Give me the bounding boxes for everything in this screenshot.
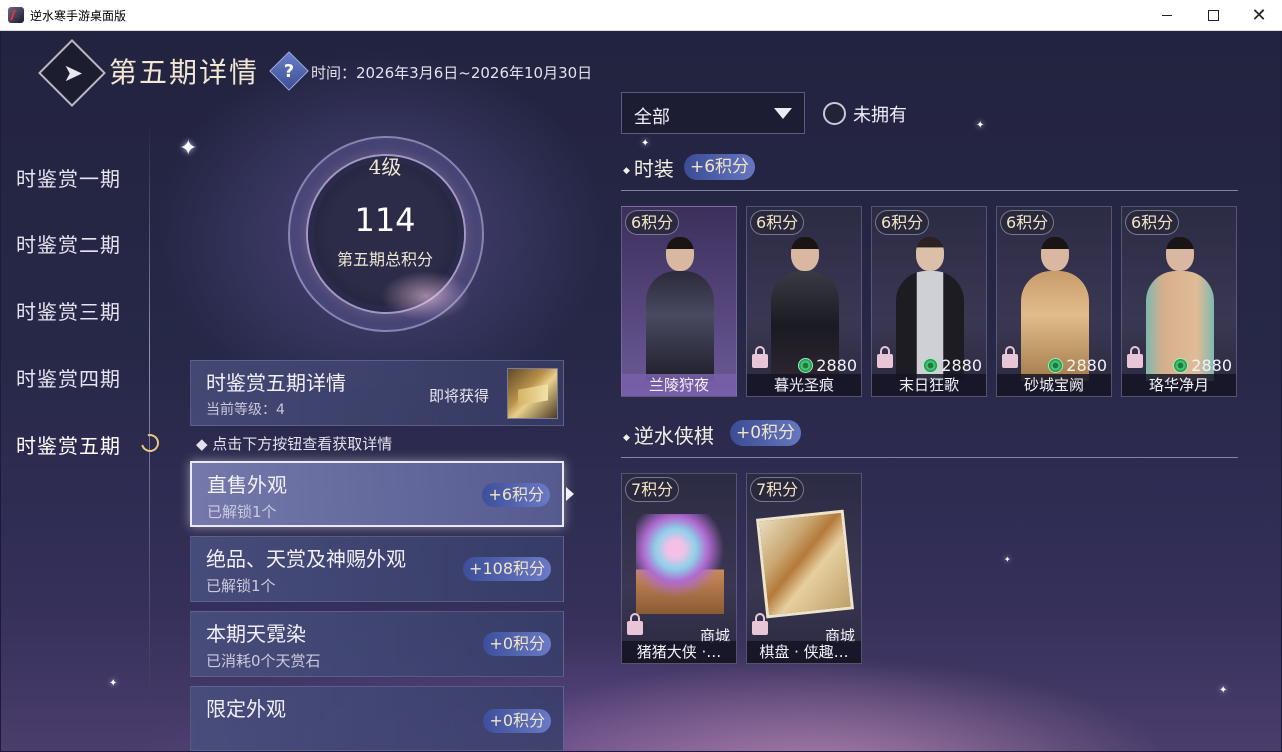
item-name: 棋盘 · 侠趣… bbox=[747, 641, 861, 663]
window-title: 逆水寒手游桌面版 bbox=[30, 9, 127, 23]
item-name: 暮光圣痕 bbox=[747, 374, 861, 396]
item-card[interactable]: 6积分 2880 珞华净月 bbox=[1121, 206, 1237, 397]
current-level: 当前等级：4 bbox=[206, 402, 285, 418]
lock-icon bbox=[1002, 346, 1018, 368]
lock-icon bbox=[752, 613, 768, 635]
active-indicator-icon bbox=[137, 430, 163, 456]
unowned-radio[interactable] bbox=[823, 102, 846, 125]
page-title: 第五期详情 bbox=[109, 56, 260, 89]
category-title: 限定外观 bbox=[206, 697, 286, 721]
costume-portrait bbox=[640, 231, 720, 381]
chess-board-art bbox=[756, 509, 854, 619]
detail-title: 时鉴赏五期详情 bbox=[206, 371, 346, 395]
back-arrow-icon: ➤ bbox=[62, 59, 84, 87]
upcoming-reward-item[interactable] bbox=[507, 368, 558, 419]
selected-arrow-icon bbox=[566, 487, 574, 501]
nav-divider bbox=[149, 119, 150, 699]
item-points-badge: 6积分 bbox=[625, 210, 680, 235]
item-name: 兰陵狩夜 bbox=[622, 374, 736, 396]
period-time: 时间：2026年3月6日~2026年10月30日 bbox=[311, 64, 593, 82]
section-points-badge: +0积分 bbox=[730, 420, 802, 446]
category-title: 直售外观 bbox=[207, 473, 287, 497]
star-decoration: ✦ bbox=[1219, 685, 1228, 696]
item-card[interactable]: 7积分 商城 猪猪大侠 ·… bbox=[621, 473, 737, 664]
lock-icon bbox=[752, 346, 768, 368]
category-points-badge: +108积分 bbox=[463, 557, 551, 581]
item-points-badge: 6积分 bbox=[1125, 210, 1180, 235]
item-price: 2880 bbox=[1048, 356, 1107, 375]
jade-coin-icon bbox=[923, 358, 939, 373]
total-score: 114 bbox=[354, 201, 416, 239]
item-card[interactable]: 6积分 兰陵狩夜 bbox=[621, 206, 737, 397]
item-name: 砂城宝阙 bbox=[997, 374, 1111, 396]
ring-glow bbox=[381, 271, 471, 321]
item-name: 猪猪大侠 ·… bbox=[622, 641, 736, 663]
chess-piece-art bbox=[636, 514, 724, 614]
level-label: 4级 bbox=[368, 155, 402, 179]
star-decoration: ✦ bbox=[641, 138, 650, 149]
item-card[interactable]: 6积分 2880 砂城宝阙 bbox=[996, 206, 1112, 397]
category-points-badge: +0积分 bbox=[483, 709, 551, 733]
item-price: 2880 bbox=[798, 356, 857, 375]
nav-item-period-1[interactable]: 时鉴赏一期 bbox=[16, 163, 121, 192]
category-dye[interactable]: 本期天霓染 已消耗0个天赏石 +0积分 bbox=[190, 611, 564, 677]
caret-down-icon bbox=[774, 108, 792, 119]
category-limited[interactable]: 限定外观 +0积分 bbox=[190, 686, 564, 751]
window-titlebar: 逆水寒手游桌面版 ✕ bbox=[0, 0, 1282, 31]
nav-item-period-5[interactable]: 时鉴赏五期 bbox=[16, 430, 121, 459]
item-points-badge: 6积分 bbox=[1000, 210, 1055, 235]
star-decoration: ✦ bbox=[976, 120, 985, 131]
star-decoration: ✦ bbox=[179, 136, 198, 161]
item-points-badge: 7积分 bbox=[750, 477, 805, 502]
filter-selected-value: 全部 bbox=[634, 107, 670, 128]
minimize-button[interactable] bbox=[1144, 0, 1190, 31]
upcoming-reward-label: 即将获得 bbox=[429, 387, 490, 405]
nav-item-period-2[interactable]: 时鉴赏二期 bbox=[16, 229, 121, 258]
jade-coin-icon bbox=[798, 358, 814, 373]
item-card[interactable]: 6积分 2880 暮光圣痕 bbox=[746, 206, 862, 397]
total-score-label: 第五期总积分 bbox=[336, 250, 433, 269]
category-title: 绝品、天赏及神赐外观 bbox=[206, 547, 406, 571]
nav-item-period-4[interactable]: 时鉴赏四期 bbox=[16, 363, 121, 392]
category-points-badge: +0积分 bbox=[483, 632, 551, 656]
section-title-chess: 逆水侠棋 bbox=[623, 420, 714, 449]
jade-coin-icon bbox=[1048, 358, 1064, 373]
item-price: 2880 bbox=[1173, 356, 1232, 375]
category-subtitle: 已解锁1个 bbox=[207, 503, 277, 521]
category-subtitle: 已解锁1个 bbox=[206, 577, 276, 595]
category-premium[interactable]: 绝品、天赏及神赐外观 已解锁1个 +108积分 bbox=[190, 536, 564, 602]
item-card[interactable]: 6积分 2880 末日狂歌 bbox=[871, 206, 987, 397]
app-icon bbox=[8, 7, 24, 23]
game-viewport: ✦ ✦ ✦ ✦ ✦ ✦ ➤ 第五期详情 ? 时间：2026年3月6日~2026年… bbox=[1, 31, 1281, 751]
category-direct-sale[interactable]: 直售外观 已解锁1个 +6积分 bbox=[190, 461, 564, 527]
period-detail-card[interactable]: 时鉴赏五期详情 当前等级：4 即将获得 bbox=[190, 360, 564, 426]
item-card[interactable]: 7积分 商城 棋盘 · 侠趣… bbox=[746, 473, 862, 664]
item-points-badge: 6积分 bbox=[875, 210, 930, 235]
section-title-costume: 时装 bbox=[623, 153, 674, 182]
item-name: 末日狂歌 bbox=[872, 374, 986, 396]
category-points-badge: +6积分 bbox=[482, 483, 550, 507]
category-subtitle: 已消耗0个天赏石 bbox=[206, 652, 321, 670]
unowned-label[interactable]: 未拥有 bbox=[853, 101, 907, 127]
lock-icon bbox=[877, 346, 893, 368]
maximize-button[interactable] bbox=[1190, 0, 1236, 31]
section-points-badge: +6积分 bbox=[684, 154, 756, 180]
nav-item-period-3[interactable]: 时鉴赏三期 bbox=[16, 296, 121, 325]
filter-dropdown[interactable]: 全部 bbox=[621, 92, 805, 134]
close-button[interactable]: ✕ bbox=[1236, 0, 1282, 31]
item-points-badge: 7积分 bbox=[625, 477, 680, 502]
item-price: 2880 bbox=[923, 356, 982, 375]
lock-icon bbox=[627, 613, 643, 635]
jade-coin-icon bbox=[1173, 358, 1189, 373]
item-points-badge: 6积分 bbox=[750, 210, 805, 235]
category-title: 本期天霓染 bbox=[206, 622, 306, 646]
star-decoration: ✦ bbox=[109, 678, 118, 689]
help-icon: ? bbox=[283, 60, 295, 82]
item-name: 珞华净月 bbox=[1122, 374, 1236, 396]
lock-icon bbox=[1127, 346, 1143, 368]
hint-text: ◆ 点击下方按钮查看获取详情 bbox=[196, 435, 393, 453]
star-decoration: ✦ bbox=[1004, 555, 1011, 564]
section-divider bbox=[621, 457, 1238, 458]
section-divider bbox=[621, 190, 1238, 191]
